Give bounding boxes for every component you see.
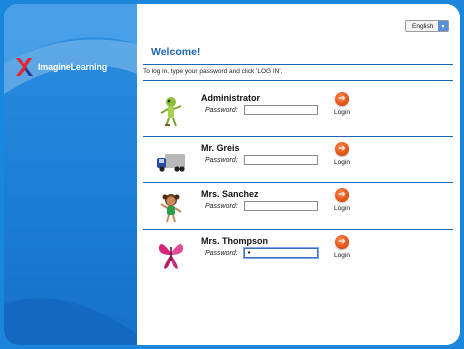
user-row-mr-greis: Mr. Greis Password: ➔ Login xyxy=(137,138,460,186)
page-title: Welcome! xyxy=(151,46,201,58)
arrow-right-icon[interactable]: ➔ xyxy=(335,235,349,249)
password-label: Password: xyxy=(205,250,238,257)
user-name: Administrator xyxy=(201,93,261,103)
imagine-learning-x-icon xyxy=(16,58,33,76)
sidebar: ImagineLearning xyxy=(4,4,137,345)
arrow-right-icon[interactable]: ➔ xyxy=(335,92,349,106)
login-button[interactable]: ➔ Login xyxy=(331,188,353,220)
girl-icon xyxy=(160,194,182,223)
password-label: Password: xyxy=(205,203,238,210)
grasshopper-icon xyxy=(160,97,182,127)
user-row-mrs-sanchez: Mrs. Sanchez Password: ➔ Login xyxy=(137,184,460,232)
truck-icon xyxy=(157,154,185,172)
main-panel: English ▾ Welcome! To log in, type your … xyxy=(137,4,460,345)
divider xyxy=(143,80,453,81)
arrow-right-icon[interactable]: ➔ xyxy=(335,188,349,202)
password-label: Password: xyxy=(205,157,238,164)
divider xyxy=(143,136,453,137)
user-name: Mrs. Thompson xyxy=(201,236,268,246)
login-label[interactable]: Login xyxy=(334,252,350,259)
logo: ImagineLearning xyxy=(14,56,107,78)
login-label[interactable]: Login xyxy=(334,109,350,116)
divider xyxy=(143,64,453,65)
password-label: Password: xyxy=(205,107,238,114)
password-input[interactable] xyxy=(244,155,318,165)
login-button[interactable]: ➔ Login xyxy=(331,235,353,267)
arrow-right-icon[interactable]: ➔ xyxy=(335,142,349,156)
divider xyxy=(143,182,453,183)
language-select[interactable]: English ▾ xyxy=(405,20,449,32)
login-button[interactable]: ➔ Login xyxy=(331,92,353,124)
instructions-text: To log in, type your password and click … xyxy=(143,68,283,75)
login-button[interactable]: ➔ Login xyxy=(331,142,353,174)
logo-text: ImagineLearning xyxy=(38,62,108,72)
login-label[interactable]: Login xyxy=(334,159,350,166)
password-input[interactable]: • xyxy=(243,247,319,259)
butterfly-icon xyxy=(158,244,184,269)
login-window: ImagineLearning English ▾ Welcome! To lo… xyxy=(4,4,460,345)
chevron-down-icon[interactable]: ▾ xyxy=(438,21,448,31)
language-value: English xyxy=(412,22,434,30)
login-label[interactable]: Login xyxy=(334,205,350,212)
user-row-mrs-thompson: Mrs. Thompson Password: • ➔ Login xyxy=(137,231,460,279)
user-row-administrator: Administrator Password: ➔ Login xyxy=(137,88,460,136)
user-name: Mr. Greis xyxy=(201,143,240,153)
password-input[interactable] xyxy=(244,201,318,211)
user-name: Mrs. Sanchez xyxy=(201,189,259,199)
password-input[interactable] xyxy=(244,105,318,115)
window-frame: ImagineLearning English ▾ Welcome! To lo… xyxy=(0,0,464,349)
divider xyxy=(143,229,453,230)
